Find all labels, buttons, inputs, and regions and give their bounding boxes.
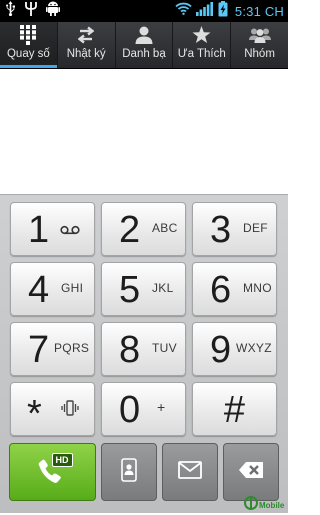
envelope-icon <box>178 460 202 484</box>
tab-label: Quay số <box>6 48 50 60</box>
call-button[interactable]: HD <box>9 443 96 501</box>
tab-dialpad[interactable]: Quay số <box>0 22 58 68</box>
hd-call-icon: HD <box>35 453 73 487</box>
key-4[interactable]: 4 GHI <box>10 262 95 316</box>
status-bar: 5:31 CH <box>0 0 288 22</box>
status-time: 5:31 CH <box>234 3 284 19</box>
key-6[interactable]: 6 MNO <box>192 262 277 316</box>
tab-label: Nhóm <box>244 48 275 60</box>
key-digit: # <box>223 389 246 431</box>
key-letters: PQRS <box>54 341 90 355</box>
hd-badge: HD <box>51 453 73 467</box>
key-digit: 5 <box>119 269 141 311</box>
key-letters: + <box>157 399 166 415</box>
watermark-text: Mobile <box>259 501 285 510</box>
contact-button[interactable] <box>101 443 157 501</box>
tab-label: Ưa Thích <box>177 48 226 60</box>
key-letters: GHI <box>61 281 84 295</box>
usb-icon <box>5 1 16 21</box>
key-5[interactable]: 5 JKL <box>101 262 186 316</box>
tab-call-log[interactable]: Nhật ký <box>58 22 116 68</box>
key-7[interactable]: 7 PQRS <box>10 322 95 376</box>
key-digit: 8 <box>119 329 141 371</box>
key-letters: TUV <box>152 341 177 355</box>
key-digit: 1 <box>28 209 50 251</box>
battery-charging-icon <box>218 0 228 22</box>
key-letters: MNO <box>243 281 272 295</box>
signal-icon <box>195 1 214 21</box>
voicemail-icon <box>60 222 80 240</box>
message-button[interactable] <box>162 443 218 501</box>
groups-icon <box>248 25 271 45</box>
contact-card-icon <box>121 457 137 487</box>
key-letters: DEF <box>243 221 268 235</box>
wifi-icon <box>175 2 192 20</box>
key-8[interactable]: 8 TUV <box>101 322 186 376</box>
key-digit: 2 <box>119 209 141 251</box>
key-digit: 9 <box>210 329 232 371</box>
key-star[interactable]: * <box>10 382 95 436</box>
key-3[interactable]: 3 DEF <box>192 202 277 256</box>
key-1[interactable]: 1 <box>10 202 95 256</box>
key-letters: JKL <box>152 281 174 295</box>
key-hash[interactable]: # <box>192 382 277 436</box>
delete-button[interactable] <box>223 443 279 501</box>
watermark: Mobile <box>244 496 284 515</box>
number-display[interactable] <box>0 69 288 194</box>
backspace-icon <box>238 461 264 484</box>
key-digit: * <box>27 393 42 435</box>
key-9[interactable]: 9 WXYZ <box>192 322 277 376</box>
key-2[interactable]: 2 ABC <box>101 202 186 256</box>
tab-groups[interactable]: Nhóm <box>231 22 288 68</box>
tab-label: Nhật ký <box>66 48 106 60</box>
tab-label: Danh bạ <box>122 48 166 60</box>
vibrate-icon <box>61 400 79 421</box>
key-digit: 3 <box>210 209 232 251</box>
android-icon <box>46 1 60 21</box>
trident-icon <box>25 1 37 21</box>
key-letters: WXYZ <box>236 341 272 355</box>
dialpad-icon <box>20 25 37 45</box>
call-log-icon <box>78 25 95 45</box>
key-digit: 4 <box>28 269 50 311</box>
tab-favorites[interactable]: Ưa Thích <box>173 22 232 68</box>
contacts-icon <box>135 25 153 45</box>
key-digit: 0 <box>119 389 141 431</box>
tab-bar: Quay số Nhật ký Danh bạ Ưa Thích Nhóm <box>0 22 288 69</box>
key-digit: 6 <box>210 269 232 311</box>
key-digit: 7 <box>28 329 50 371</box>
key-0[interactable]: 0 + <box>101 382 186 436</box>
tab-contacts[interactable]: Danh bạ <box>116 22 174 68</box>
key-letters: ABC <box>152 221 178 235</box>
star-icon <box>192 25 211 45</box>
watermark-logo-icon <box>244 496 258 515</box>
